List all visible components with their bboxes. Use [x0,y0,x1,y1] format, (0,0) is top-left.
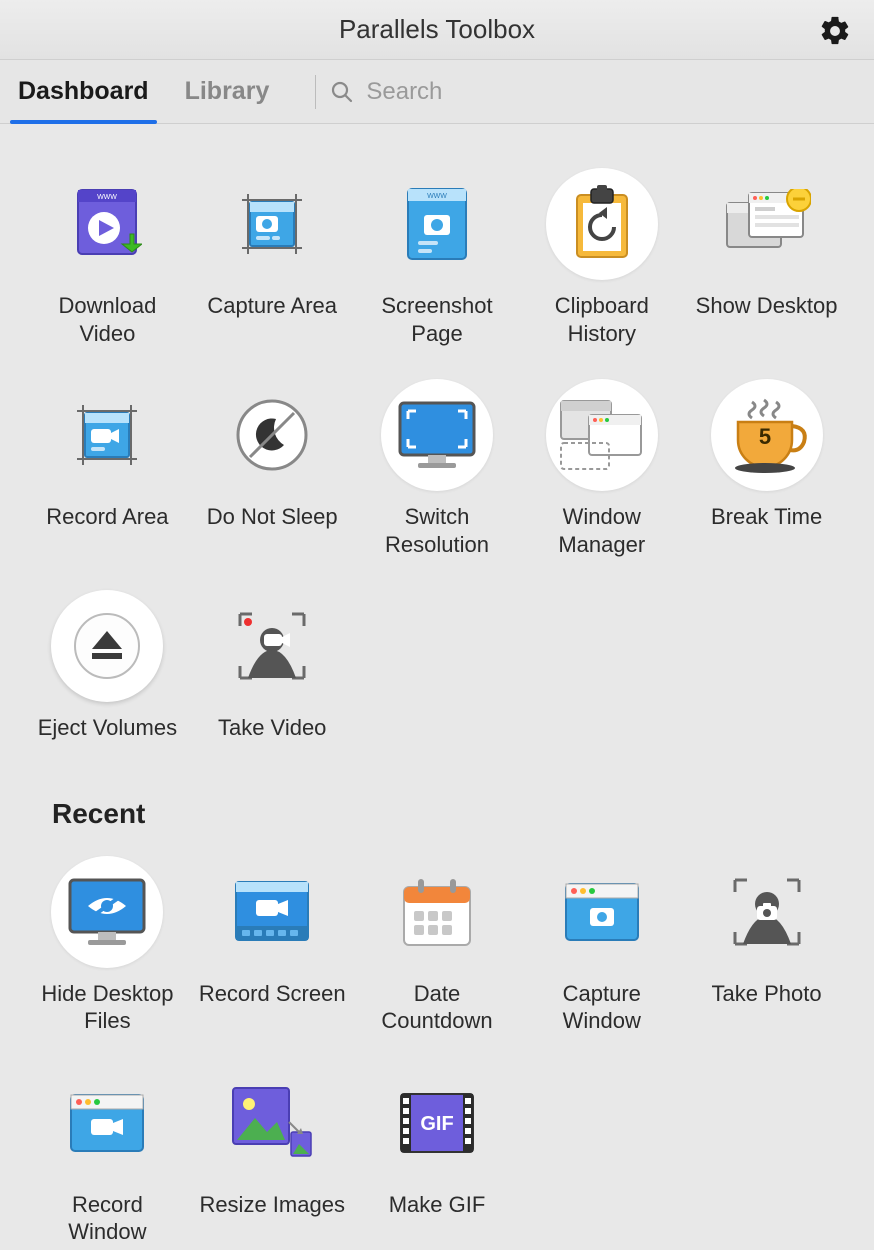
tool-record-area[interactable]: Record Area [30,375,185,562]
tool-capture-window[interactable]: Capture Window [524,852,679,1039]
tools-grid: WWW Download Video [30,164,844,746]
eject-volumes-icon [51,590,163,702]
tool-label: Eject Volumes [38,714,177,742]
take-video-icon [216,590,328,702]
settings-button[interactable] [818,14,852,48]
navbar: Dashboard Library [0,60,874,124]
tool-label: Do Not Sleep [207,503,338,531]
gear-icon [818,14,852,48]
tool-break-time[interactable]: 5 Break Time [689,375,844,562]
tool-label: Record Window [30,1191,185,1246]
record-window-icon [51,1067,163,1179]
tool-label: Capture Area [207,292,337,320]
record-area-icon [51,379,163,491]
record-screen-icon [216,856,328,968]
titlebar: Parallels Toolbox [0,0,874,60]
tool-label: Break Time [711,503,822,531]
take-photo-icon [711,856,823,968]
tabs: Dashboard Library [0,60,287,123]
search-input[interactable] [366,78,666,106]
make-gif-icon: GIF [381,1067,493,1179]
app-title: Parallels Toolbox [339,14,535,45]
section-recent-title: Recent [52,798,844,830]
divider [315,75,316,109]
tool-take-photo[interactable]: Take Photo [689,852,844,1039]
show-desktop-icon [711,168,823,280]
tool-label: Switch Resolution [360,503,515,558]
tool-record-screen[interactable]: Record Screen [195,852,350,1039]
clipboard-history-icon [546,168,658,280]
tool-eject-volumes[interactable]: Eject Volumes [30,586,185,746]
tool-capture-area[interactable]: Capture Area [195,164,350,351]
download-video-icon: WWW [51,168,163,280]
capture-window-icon [546,856,658,968]
tool-show-desktop[interactable]: Show Desktop [689,164,844,351]
tool-label: Make GIF [389,1191,486,1219]
resize-images-icon [216,1067,328,1179]
break-time-value: 5 [758,424,770,449]
tool-make-gif[interactable]: GIF Make GIF [360,1063,515,1250]
tool-label: Hide Desktop Files [30,980,185,1035]
hide-desktop-files-icon [51,856,163,968]
tool-download-video[interactable]: WWW Download Video [30,164,185,351]
tool-label: Record Area [46,503,168,531]
capture-area-icon [216,168,328,280]
tool-label: Capture Window [524,980,679,1035]
tool-label: Screenshot Page [360,292,515,347]
tool-screenshot-page[interactable]: WWW Screenshot Page [360,164,515,351]
date-countdown-icon [381,856,493,968]
tool-date-countdown[interactable]: Date Countdown [360,852,515,1039]
tool-record-window[interactable]: Record Window [30,1063,185,1250]
tool-take-video[interactable]: Take Video [195,586,350,746]
tab-dashboard[interactable]: Dashboard [0,60,167,123]
break-time-icon: 5 [711,379,823,491]
tool-clipboard-history[interactable]: Clipboard History [524,164,679,351]
recent-grid: Hide Desktop Files Record Screen [30,852,844,1250]
tool-switch-resolution[interactable]: Switch Resolution [360,375,515,562]
tool-do-not-sleep[interactable]: Do Not Sleep [195,375,350,562]
do-not-sleep-icon [216,379,328,491]
search-icon [330,80,354,104]
svg-text:WWW: WWW [97,194,117,201]
tool-label: Show Desktop [696,292,838,320]
tool-window-manager[interactable]: Window Manager [524,375,679,562]
screenshot-page-icon: WWW [381,168,493,280]
tool-hide-desktop-files[interactable]: Hide Desktop Files [30,852,185,1039]
tool-label: Take Video [218,714,326,742]
switch-resolution-icon [381,379,493,491]
tool-label: Record Screen [199,980,346,1008]
tool-label: Clipboard History [524,292,679,347]
tool-label: Take Photo [712,980,822,1008]
window-manager-icon [546,379,658,491]
svg-text:GIF: GIF [420,1113,453,1135]
tool-label: Date Countdown [360,980,515,1035]
search-field[interactable] [330,78,874,106]
tool-label: Download Video [30,292,185,347]
tool-label: Resize Images [199,1191,345,1219]
tool-label: Window Manager [524,503,679,558]
tab-library[interactable]: Library [167,60,288,123]
tool-resize-images[interactable]: Resize Images [195,1063,350,1250]
svg-text:WWW: WWW [427,193,447,200]
content: WWW Download Video [0,124,874,1250]
